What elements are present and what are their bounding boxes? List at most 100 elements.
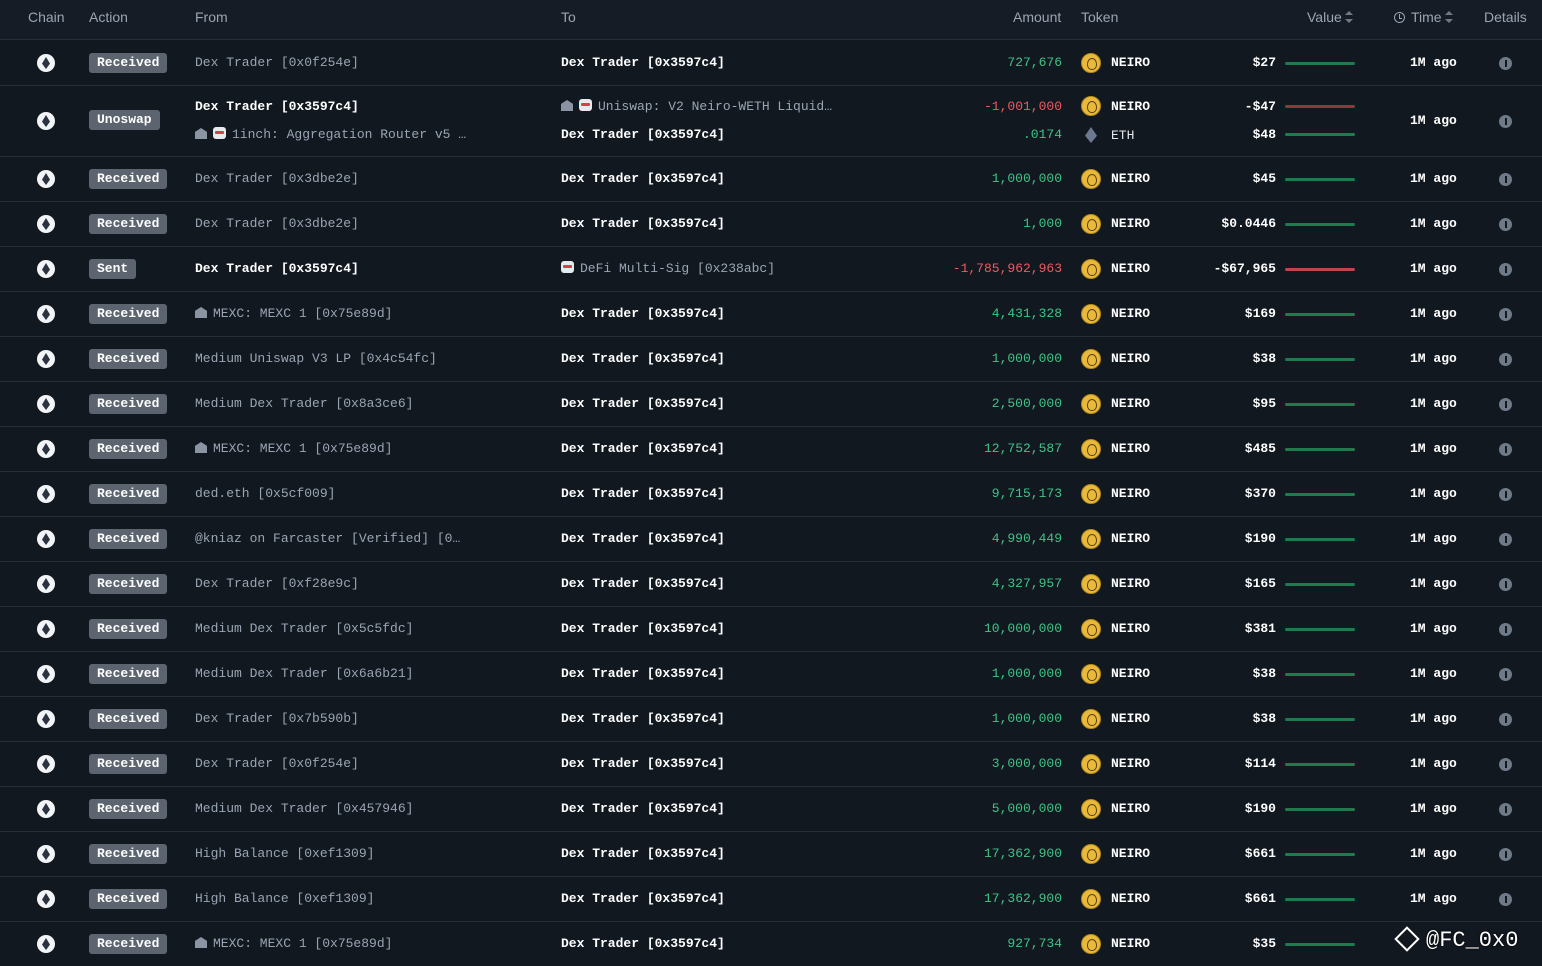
to-address[interactable]: Dex Trader [0x3597c4]: [561, 756, 725, 771]
to-address[interactable]: DeFi Multi-Sig [0x238abc]: [561, 261, 775, 276]
table-row[interactable]: Received Dex Trader [0x3dbe2e] Dex Trade…: [0, 202, 1542, 247]
to-address[interactable]: Dex Trader [0x3597c4]: [561, 396, 725, 411]
table-row[interactable]: Received Medium Dex Trader [0x6a6b21] De…: [0, 652, 1542, 697]
to-address[interactable]: Dex Trader [0x3597c4]: [561, 306, 725, 321]
to-address[interactable]: Dex Trader [0x3597c4]: [561, 621, 725, 636]
from-address[interactable]: Dex Trader [0x7b590b]: [195, 711, 359, 726]
to-address[interactable]: Dex Trader [0x3597c4]: [561, 351, 725, 366]
info-icon[interactable]: [1499, 713, 1512, 726]
table-row[interactable]: Received MEXC: MEXC 1 [0x75e89d] Dex Tra…: [0, 427, 1542, 472]
from-address[interactable]: High Balance [0xef1309]: [195, 891, 374, 906]
info-icon[interactable]: [1499, 758, 1512, 771]
from-address[interactable]: Medium Dex Trader [0x8a3ce6]: [195, 396, 413, 411]
info-icon[interactable]: [1499, 893, 1512, 906]
table-row[interactable]: Unoswap Dex Trader [0x3597c4] 1inch: Agg…: [0, 86, 1542, 157]
from-address[interactable]: ded.eth [0x5cf009]: [195, 486, 335, 501]
to-address[interactable]: Dex Trader [0x3597c4]: [561, 486, 725, 501]
to-address[interactable]: Dex Trader [0x3597c4]: [561, 846, 725, 861]
table-row[interactable]: Received Medium Dex Trader [0x8a3ce6] De…: [0, 382, 1542, 427]
to-address[interactable]: Dex Trader [0x3597c4]: [561, 891, 725, 906]
info-icon[interactable]: [1499, 443, 1512, 456]
token-name[interactable]: NEIRO: [1111, 306, 1150, 321]
info-icon[interactable]: [1499, 488, 1512, 501]
from-address[interactable]: Dex Trader [0xf28e9c]: [195, 576, 359, 591]
to-address-secondary[interactable]: Dex Trader [0x3597c4]: [561, 127, 725, 142]
table-row[interactable]: Received ded.eth [0x5cf009] Dex Trader […: [0, 472, 1542, 517]
token-name[interactable]: NEIRO: [1111, 666, 1150, 681]
info-icon[interactable]: [1499, 803, 1512, 816]
info-icon[interactable]: [1499, 218, 1512, 231]
to-address[interactable]: Dex Trader [0x3597c4]: [561, 936, 725, 951]
token-name-secondary[interactable]: ETH: [1111, 128, 1134, 143]
table-row[interactable]: Received MEXC: MEXC 1 [0x75e89d] Dex Tra…: [0, 292, 1542, 337]
info-icon[interactable]: [1499, 398, 1512, 411]
from-address[interactable]: Medium Dex Trader [0x6a6b21]: [195, 666, 413, 681]
token-name[interactable]: NEIRO: [1111, 99, 1150, 114]
from-address-secondary[interactable]: 1inch: Aggregation Router v5 …: [195, 127, 466, 142]
table-row[interactable]: Received Medium Dex Trader [0x457946] De…: [0, 787, 1542, 832]
info-icon[interactable]: [1499, 533, 1512, 546]
to-address[interactable]: Dex Trader [0x3597c4]: [561, 576, 725, 591]
to-address[interactable]: Uniswap: V2 Neiro-WETH Liquid…: [561, 99, 832, 114]
to-address[interactable]: Dex Trader [0x3597c4]: [561, 171, 725, 186]
to-address[interactable]: Dex Trader [0x3597c4]: [561, 441, 725, 456]
table-row[interactable]: Received Dex Trader [0x0f254e] Dex Trade…: [0, 742, 1542, 787]
from-address[interactable]: MEXC: MEXC 1 [0x75e89d]: [195, 441, 392, 456]
from-address[interactable]: Medium Uniswap V3 LP [0x4c54fc]: [195, 351, 437, 366]
info-icon[interactable]: [1499, 353, 1512, 366]
info-icon[interactable]: [1499, 115, 1512, 128]
to-address[interactable]: Dex Trader [0x3597c4]: [561, 216, 725, 231]
info-icon[interactable]: [1499, 263, 1512, 276]
to-address[interactable]: Dex Trader [0x3597c4]: [561, 55, 725, 70]
token-name[interactable]: NEIRO: [1111, 891, 1150, 906]
info-icon[interactable]: [1499, 173, 1512, 186]
column-header-time[interactable]: Time: [1394, 9, 1453, 25]
table-row[interactable]: Received High Balance [0xef1309] Dex Tra…: [0, 877, 1542, 922]
table-row[interactable]: Received High Balance [0xef1309] Dex Tra…: [0, 832, 1542, 877]
token-name[interactable]: NEIRO: [1111, 441, 1150, 456]
table-row[interactable]: Received Dex Trader [0x3dbe2e] Dex Trade…: [0, 157, 1542, 202]
from-address[interactable]: MEXC: MEXC 1 [0x75e89d]: [195, 936, 392, 951]
from-address[interactable]: High Balance [0xef1309]: [195, 846, 374, 861]
table-row[interactable]: Received Dex Trader [0x7b590b] Dex Trade…: [0, 697, 1542, 742]
to-address[interactable]: Dex Trader [0x3597c4]: [561, 666, 725, 681]
table-row[interactable]: Received Dex Trader [0x0f254e] Dex Trade…: [0, 41, 1542, 86]
from-address[interactable]: Dex Trader [0x3597c4]: [195, 261, 359, 276]
token-name[interactable]: NEIRO: [1111, 801, 1150, 816]
token-name[interactable]: NEIRO: [1111, 576, 1150, 591]
table-row[interactable]: Received Dex Trader [0xf28e9c] Dex Trade…: [0, 562, 1542, 607]
token-name[interactable]: NEIRO: [1111, 711, 1150, 726]
token-name[interactable]: NEIRO: [1111, 216, 1150, 231]
table-row[interactable]: Received Medium Uniswap V3 LP [0x4c54fc]…: [0, 337, 1542, 382]
to-address[interactable]: Dex Trader [0x3597c4]: [561, 801, 725, 816]
to-address[interactable]: Dex Trader [0x3597c4]: [561, 711, 725, 726]
token-name[interactable]: NEIRO: [1111, 351, 1150, 366]
column-header-value[interactable]: Value: [1307, 9, 1353, 25]
table-row[interactable]: Received @kniaz on Farcaster [Verified] …: [0, 517, 1542, 562]
from-address[interactable]: @kniaz on Farcaster [Verified] [0…: [195, 531, 460, 546]
info-icon[interactable]: [1499, 57, 1512, 70]
token-name[interactable]: NEIRO: [1111, 756, 1150, 771]
token-name[interactable]: NEIRO: [1111, 171, 1150, 186]
from-address[interactable]: Dex Trader [0x3dbe2e]: [195, 216, 359, 231]
from-address[interactable]: MEXC: MEXC 1 [0x75e89d]: [195, 306, 392, 321]
from-address[interactable]: Medium Dex Trader [0x457946]: [195, 801, 413, 816]
token-name[interactable]: NEIRO: [1111, 531, 1150, 546]
info-icon[interactable]: [1499, 848, 1512, 861]
table-row[interactable]: Sent Dex Trader [0x3597c4] DeFi Multi-Si…: [0, 247, 1542, 292]
from-address[interactable]: Dex Trader [0x0f254e]: [195, 756, 359, 771]
token-name[interactable]: NEIRO: [1111, 486, 1150, 501]
token-name[interactable]: NEIRO: [1111, 261, 1150, 276]
from-address[interactable]: Medium Dex Trader [0x5c5fdc]: [195, 621, 413, 636]
token-name[interactable]: NEIRO: [1111, 55, 1150, 70]
info-icon[interactable]: [1499, 578, 1512, 591]
table-row[interactable]: Received MEXC: MEXC 1 [0x75e89d] Dex Tra…: [0, 922, 1542, 966]
token-name[interactable]: NEIRO: [1111, 846, 1150, 861]
token-name[interactable]: NEIRO: [1111, 621, 1150, 636]
token-name[interactable]: NEIRO: [1111, 936, 1150, 951]
from-address[interactable]: Dex Trader [0x3597c4]: [195, 99, 359, 114]
table-row[interactable]: Received Medium Dex Trader [0x5c5fdc] De…: [0, 607, 1542, 652]
to-address[interactable]: Dex Trader [0x3597c4]: [561, 531, 725, 546]
info-icon[interactable]: [1499, 308, 1512, 321]
info-icon[interactable]: [1499, 623, 1512, 636]
